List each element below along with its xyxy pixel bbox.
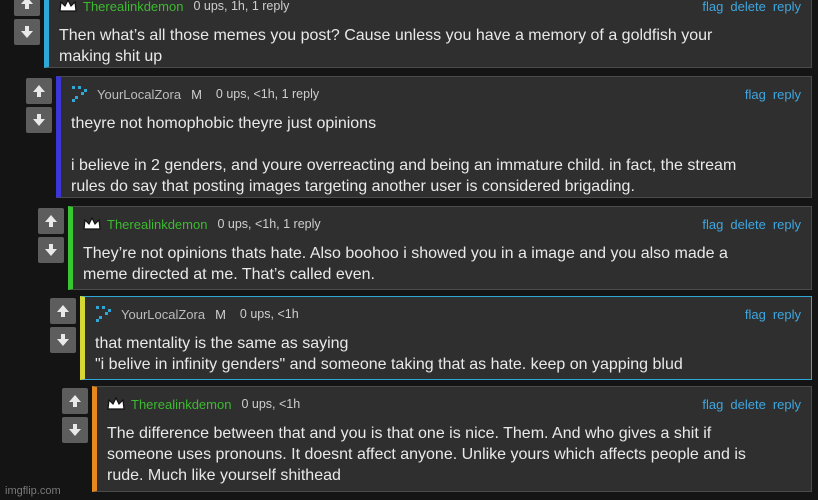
comment-0: Therealinkdemon 0 ups, 1h, 1 reply flag … xyxy=(14,0,812,68)
comment-actions: flag delete reply xyxy=(702,217,801,232)
arrow-down-icon xyxy=(45,244,57,256)
comment-meta: Therealinkdemon 0 ups, 1h, 1 reply flag … xyxy=(59,0,801,15)
comment-box: YourLocalZora M 0 ups, <1h, 1 reply flag… xyxy=(56,76,812,198)
username[interactable]: Therealinkdemon xyxy=(107,217,207,232)
comment-actions: flag reply xyxy=(745,307,801,322)
arrow-up-icon xyxy=(45,215,57,227)
comment-body: They’re not opinions thats hate. Also bo… xyxy=(83,245,728,283)
reply-link[interactable]: reply xyxy=(773,0,801,14)
flag-link[interactable]: flag xyxy=(702,217,723,232)
delete-link[interactable]: delete xyxy=(730,217,765,232)
username[interactable]: YourLocalZora xyxy=(97,87,181,102)
username[interactable]: Therealinkdemon xyxy=(83,0,183,14)
comment-body: that mentality is the same as saying "i … xyxy=(95,335,683,373)
downvote-button[interactable] xyxy=(14,19,40,45)
pixel-avatar-icon xyxy=(95,305,115,323)
arrow-up-icon xyxy=(57,305,69,317)
crown-icon xyxy=(107,397,125,411)
comment-meta: Therealinkdemon 0 ups, <1h, 1 reply flag… xyxy=(83,215,801,233)
comment-stats: 0 ups, <1h, 1 reply xyxy=(215,87,320,101)
comment-box: Therealinkdemon 0 ups, <1h flag delete r… xyxy=(92,386,812,492)
arrow-down-icon xyxy=(69,424,81,436)
comment-box: Therealinkdemon 0 ups, 1h, 1 reply flag … xyxy=(44,0,812,68)
comment-meta: Therealinkdemon 0 ups, <1h flag delete r… xyxy=(107,395,801,413)
delete-link[interactable]: delete xyxy=(730,397,765,412)
comment-4: Therealinkdemon 0 ups, <1h flag delete r… xyxy=(62,386,812,492)
arrow-down-icon xyxy=(21,26,33,38)
pixel-avatar-icon xyxy=(71,85,91,103)
vote-column xyxy=(14,0,44,68)
arrow-down-icon xyxy=(33,114,45,126)
comment-meta: YourLocalZora M 0 ups, <1h, 1 reply flag… xyxy=(71,85,801,103)
arrow-up-icon xyxy=(69,395,81,407)
flag-link[interactable]: flag xyxy=(702,0,723,14)
vote-column xyxy=(38,206,68,290)
comment-3: YourLocalZora M 0 ups, <1h flag reply th… xyxy=(50,296,812,380)
upvote-button[interactable] xyxy=(38,208,64,234)
comment-stats: 0 ups, <1h xyxy=(241,397,301,411)
username[interactable]: Therealinkdemon xyxy=(131,397,231,412)
vote-column xyxy=(62,386,92,492)
flag-link[interactable]: flag xyxy=(745,87,766,102)
comment-box: YourLocalZora M 0 ups, <1h flag reply th… xyxy=(80,296,812,380)
downvote-button[interactable] xyxy=(38,237,64,263)
username[interactable]: YourLocalZora xyxy=(121,307,205,322)
vote-column xyxy=(26,76,56,198)
comment-stats: 0 ups, <1h xyxy=(239,307,299,321)
reply-link[interactable]: reply xyxy=(773,217,801,232)
comment-body: The difference between that and you is t… xyxy=(107,425,746,484)
comment-stats: 0 ups, 1h, 1 reply xyxy=(193,0,290,13)
flag-link[interactable]: flag xyxy=(745,307,766,322)
upvote-button[interactable] xyxy=(50,298,76,324)
downvote-button[interactable] xyxy=(62,417,88,443)
comment-actions: flag delete reply xyxy=(702,397,801,412)
mod-badge: M xyxy=(215,306,226,322)
arrow-down-icon xyxy=(57,334,69,346)
comment-body: Then what’s all those memes you post? Ca… xyxy=(59,27,713,65)
crown-icon xyxy=(83,217,101,231)
comment-box: Therealinkdemon 0 ups, <1h, 1 reply flag… xyxy=(68,206,812,290)
arrow-up-icon xyxy=(21,0,33,9)
delete-link[interactable]: delete xyxy=(730,0,765,14)
reply-link[interactable]: reply xyxy=(773,397,801,412)
comment-meta: YourLocalZora M 0 ups, <1h flag reply xyxy=(95,305,801,323)
reply-link[interactable]: reply xyxy=(773,307,801,322)
comment-actions: flag delete reply xyxy=(702,0,801,14)
watermark: imgflip.com xyxy=(5,485,61,497)
upvote-button[interactable] xyxy=(14,0,40,16)
upvote-button[interactable] xyxy=(26,78,52,104)
flag-link[interactable]: flag xyxy=(702,397,723,412)
upvote-button[interactable] xyxy=(62,388,88,414)
comment-1: YourLocalZora M 0 ups, <1h, 1 reply flag… xyxy=(26,76,812,198)
reply-link[interactable]: reply xyxy=(773,87,801,102)
comment-body: theyre not homophobic theyre just opinio… xyxy=(71,115,737,195)
vote-column xyxy=(50,296,80,380)
crown-icon xyxy=(59,0,77,13)
downvote-button[interactable] xyxy=(26,107,52,133)
comment-2: Therealinkdemon 0 ups, <1h, 1 reply flag… xyxy=(38,206,812,290)
comment-stats: 0 ups, <1h, 1 reply xyxy=(217,217,321,231)
mod-badge: M xyxy=(191,86,202,102)
downvote-button[interactable] xyxy=(50,327,76,353)
comment-actions: flag reply xyxy=(745,87,801,102)
arrow-up-icon xyxy=(33,85,45,97)
